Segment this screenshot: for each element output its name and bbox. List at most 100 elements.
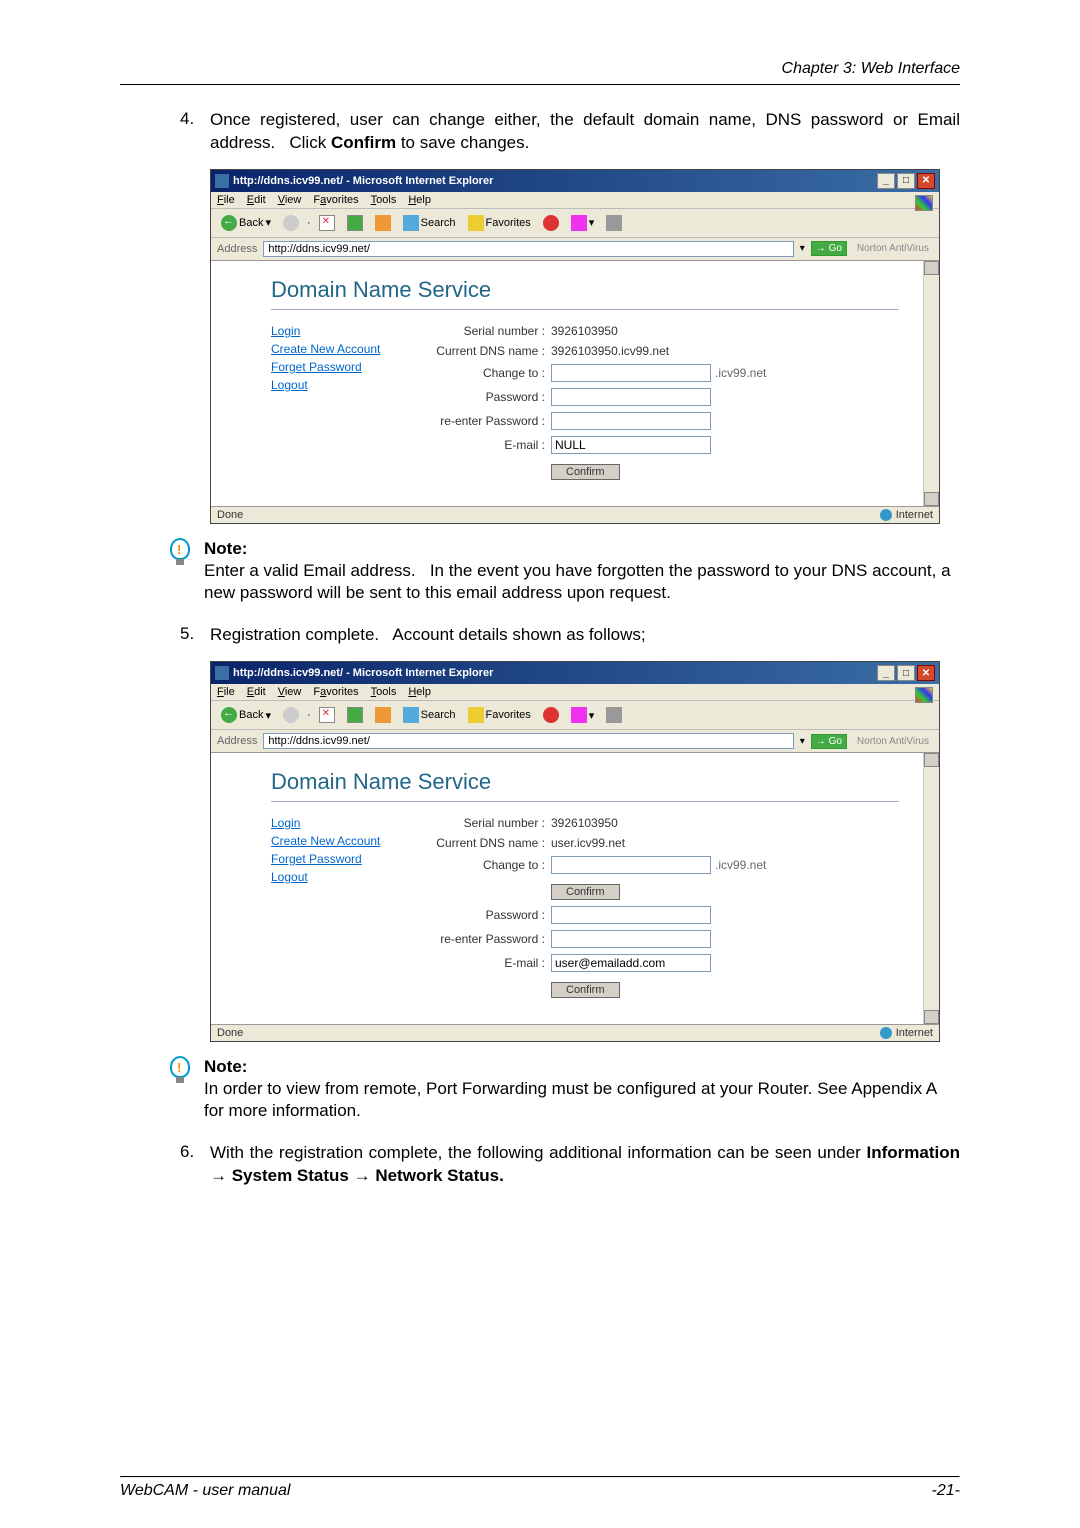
nav-create-account[interactable]: Create New Account <box>271 342 411 356</box>
ie-icon <box>215 174 229 188</box>
nav-login[interactable]: Login <box>271 324 411 338</box>
address-input[interactable]: http://ddns.icv99.net/ <box>263 733 793 749</box>
changeto-label-2: Change to : <box>411 858 551 872</box>
changeto-input-2[interactable] <box>551 856 711 874</box>
search-button[interactable]: Search <box>399 213 460 233</box>
confirm-button-2a[interactable]: Confirm <box>551 884 620 900</box>
note1-heading: Note: <box>204 539 247 558</box>
email-input-2[interactable] <box>551 954 711 972</box>
nav-logout[interactable]: Logout <box>271 870 411 884</box>
refresh-button[interactable] <box>343 213 367 233</box>
step-6-number: 6. <box>180 1142 210 1188</box>
norton-label: Norton AntiVirus <box>853 736 933 747</box>
blocked-button[interactable] <box>539 213 563 233</box>
dns-title-2: Domain Name Service <box>271 769 899 795</box>
home-icon <box>375 215 391 231</box>
stop-button[interactable] <box>315 213 339 233</box>
menu-view[interactable]: View <box>278 686 302 698</box>
search-button[interactable]: Search <box>399 705 460 725</box>
forward-button[interactable] <box>279 705 303 725</box>
confirm-button[interactable]: Confirm <box>551 464 620 480</box>
address-label: Address <box>217 735 257 747</box>
screenshot-1: http://ddns.icv99.net/ - Microsoft Inter… <box>210 169 940 524</box>
note2-body: In order to view from remote, Port Forwa… <box>204 1079 936 1120</box>
refresh-icon <box>347 707 363 723</box>
password-input-2[interactable] <box>551 906 711 924</box>
address-label: Address <box>217 243 257 255</box>
nav-login[interactable]: Login <box>271 816 411 830</box>
password-input[interactable] <box>551 388 711 406</box>
repassword-label-2: re-enter Password : <box>411 932 551 946</box>
step-5: 5. Registration complete. Account detail… <box>180 624 960 647</box>
serial-label-2: Serial number : <box>411 816 551 830</box>
toolbar-2: Back ▾ · Search Favorites ▾ <box>211 701 939 730</box>
home-button[interactable] <box>371 705 395 725</box>
nav-forget-password[interactable]: Forget Password <box>271 852 411 866</box>
email-input[interactable] <box>551 436 711 454</box>
stop-icon <box>319 215 335 231</box>
menu-help[interactable]: Help <box>408 194 431 206</box>
back-button[interactable]: Back ▾ <box>217 213 275 233</box>
status-done: Done <box>217 509 243 521</box>
menu-tools[interactable]: Tools <box>371 686 397 698</box>
menu-help[interactable]: Help <box>408 686 431 698</box>
maximize-button[interactable]: □ <box>897 173 915 189</box>
menu-favorites[interactable]: Favorites <box>313 194 358 206</box>
menu-bar-2: File Edit View Favorites Tools Help <box>211 684 939 701</box>
go-button[interactable]: → Go <box>811 241 847 256</box>
go-button[interactable]: → Go <box>811 734 847 749</box>
step6-texta: With the registration complete, the foll… <box>210 1143 867 1162</box>
menu-file[interactable]: File <box>217 194 235 206</box>
back-button[interactable]: Back ▾ <box>217 705 275 725</box>
email-label-2: E-mail : <box>411 956 551 970</box>
chapter-header: Chapter 3: Web Interface <box>120 60 960 78</box>
step-6-text: With the registration complete, the foll… <box>210 1142 960 1188</box>
confirm-button-2b[interactable]: Confirm <box>551 982 620 998</box>
maximize-button[interactable]: □ <box>897 665 915 681</box>
print-button[interactable] <box>602 213 626 233</box>
address-bar: Address http://ddns.icv99.net/ ▾ → Go No… <box>211 238 939 261</box>
forward-button[interactable] <box>279 213 303 233</box>
password-label-2: Password : <box>411 908 551 922</box>
minimize-button[interactable]: _ <box>877 173 895 189</box>
nav-logout[interactable]: Logout <box>271 378 411 392</box>
minimize-button[interactable]: _ <box>877 665 895 681</box>
home-button[interactable] <box>371 213 395 233</box>
scrollbar[interactable] <box>923 261 939 506</box>
menu-tools[interactable]: Tools <box>371 194 397 206</box>
globe-icon <box>880 1027 892 1039</box>
dns-title: Domain Name Service <box>271 277 899 303</box>
password-label: Password : <box>411 390 551 404</box>
note1-body: Enter a valid Email address. In the even… <box>204 561 951 602</box>
nav-create-account[interactable]: Create New Account <box>271 834 411 848</box>
mail-button[interactable]: ▾ <box>567 705 599 725</box>
close-button[interactable]: ✕ <box>917 665 935 681</box>
blocked-button[interactable] <box>539 705 563 725</box>
favorites-button[interactable]: Favorites <box>464 705 535 725</box>
mail-button[interactable]: ▾ <box>567 213 599 233</box>
nav-forget-password[interactable]: Forget Password <box>271 360 411 374</box>
menu-favorites[interactable]: Favorites <box>313 686 358 698</box>
address-input[interactable]: http://ddns.icv99.net/ <box>263 241 793 257</box>
step4-bold: Confirm <box>331 133 396 152</box>
favorites-button[interactable]: Favorites <box>464 213 535 233</box>
close-button[interactable]: ✕ <box>917 173 935 189</box>
menu-view[interactable]: View <box>278 194 302 206</box>
menu-edit[interactable]: Edit <box>247 194 266 206</box>
toolbar: Back ▾ · Search Favorites ▾ <box>211 209 939 238</box>
stop-button[interactable] <box>315 705 339 725</box>
menu-edit[interactable]: Edit <box>247 686 266 698</box>
refresh-button[interactable] <box>343 705 367 725</box>
page-content-2: Domain Name Service Login Create New Acc… <box>211 753 939 1024</box>
search-icon <box>403 707 419 723</box>
mail-icon <box>571 215 587 231</box>
serial-value: 3926103950 <box>551 324 618 338</box>
print-button[interactable] <box>602 705 626 725</box>
repassword-input[interactable] <box>551 412 711 430</box>
menu-file[interactable]: File <box>217 686 235 698</box>
repassword-input-2[interactable] <box>551 930 711 948</box>
changeto-input[interactable] <box>551 364 711 382</box>
scrollbar[interactable] <box>923 753 939 1024</box>
print-icon <box>606 215 622 231</box>
back-icon <box>221 215 237 231</box>
